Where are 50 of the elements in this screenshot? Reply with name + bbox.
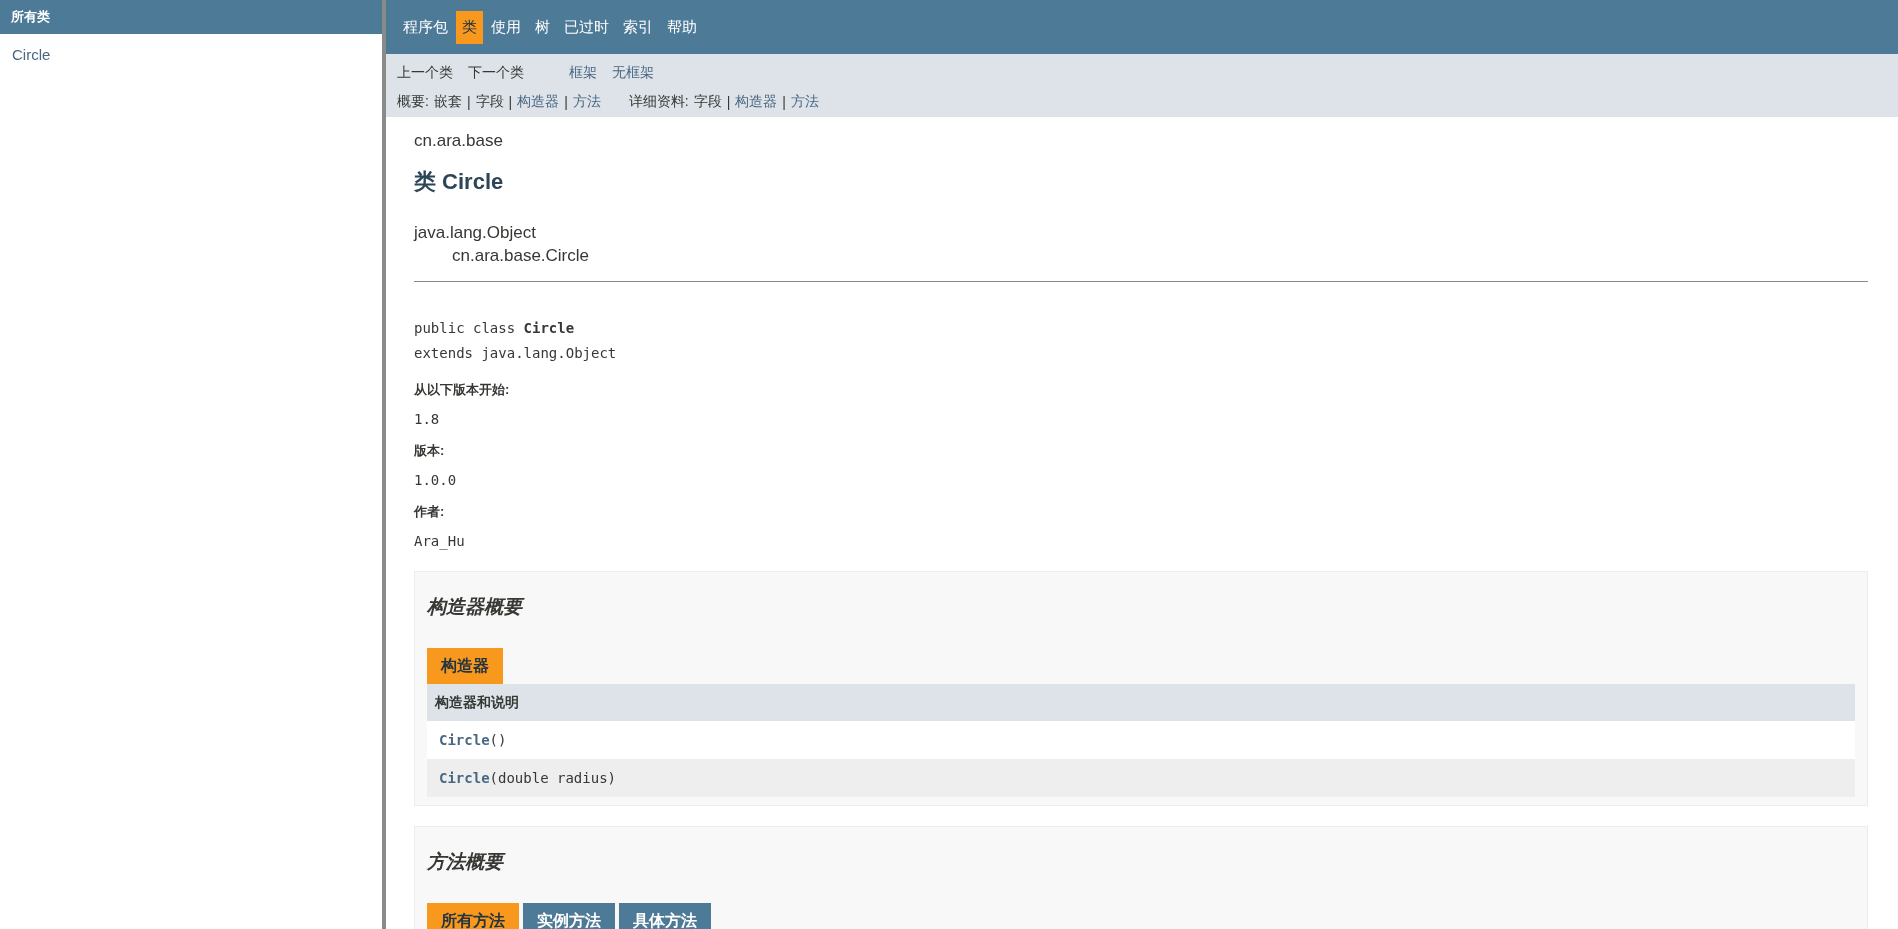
- class-signature: public class Circle: [414, 319, 576, 338]
- nav-link[interactable]: 框架: [569, 63, 597, 82]
- nav-tab[interactable]: 程序包: [397, 10, 454, 44]
- tag-label: 作者:: [414, 503, 446, 521]
- table-tab[interactable]: 实例方法: [523, 903, 615, 929]
- separator: |: [466, 93, 471, 110]
- nav-label: 嵌套: [433, 92, 462, 111]
- nav-label: 上一个类: [397, 63, 453, 82]
- inheritance-entry: cn.ara.base.Circle: [451, 245, 590, 267]
- table-tab[interactable]: 具体方法: [619, 903, 711, 929]
- parameter-list: (): [489, 732, 507, 748]
- nav-tab[interactable]: 帮助: [661, 10, 703, 44]
- nav-link[interactable]: 无框架: [612, 63, 654, 82]
- tag-value: 1.0.0: [414, 472, 458, 488]
- tag-label: 版本:: [414, 442, 446, 460]
- section-title: 方法概要: [427, 849, 1855, 875]
- class-title: 类 Circle: [414, 168, 505, 196]
- summary-label: 详细资料:: [628, 92, 689, 111]
- nav-link[interactable]: 构造器: [735, 92, 778, 111]
- parameter-list: (double radius): [489, 770, 616, 786]
- constructor-link[interactable]: Circle: [439, 770, 490, 786]
- tag-value: 1.8: [414, 411, 441, 427]
- package-name: cn.ara.base: [414, 131, 504, 151]
- table-header: 构造器和说明: [427, 684, 1855, 721]
- nav-link[interactable]: 方法: [572, 92, 601, 111]
- nav-tab[interactable]: 使用: [485, 10, 527, 44]
- constructor-link[interactable]: Circle: [439, 732, 490, 748]
- class-link[interactable]: Circle: [12, 46, 51, 63]
- nav-label: 下一个类: [468, 63, 524, 82]
- separator: |: [564, 93, 568, 110]
- nav-label: 字段: [693, 92, 722, 111]
- nav-tab[interactable]: 类: [456, 10, 483, 44]
- table-tab[interactable]: 所有方法: [427, 903, 519, 929]
- separator: |: [782, 93, 786, 110]
- tag-label: 从以下版本开始:: [414, 381, 511, 399]
- tag-value: Ara_Hu: [414, 533, 466, 549]
- separator: |: [508, 93, 513, 110]
- separator: |: [726, 93, 731, 110]
- section-title: 构造器概要: [427, 594, 1855, 620]
- nav-label: 字段: [475, 92, 504, 111]
- nav-tab[interactable]: 索引: [617, 10, 659, 44]
- nav-tab[interactable]: 已过时: [558, 10, 615, 44]
- nav-link[interactable]: 构造器: [517, 92, 560, 111]
- inheritance-entry: java.lang.Object: [414, 222, 537, 244]
- frame-title: 所有类: [11, 8, 50, 26]
- class-signature: extends java.lang.Object: [414, 344, 618, 363]
- summary-label: 概要:: [397, 92, 429, 111]
- table-tab[interactable]: 构造器: [427, 648, 503, 684]
- nav-link[interactable]: 方法: [791, 92, 819, 111]
- nav-tab[interactable]: 树: [529, 10, 556, 44]
